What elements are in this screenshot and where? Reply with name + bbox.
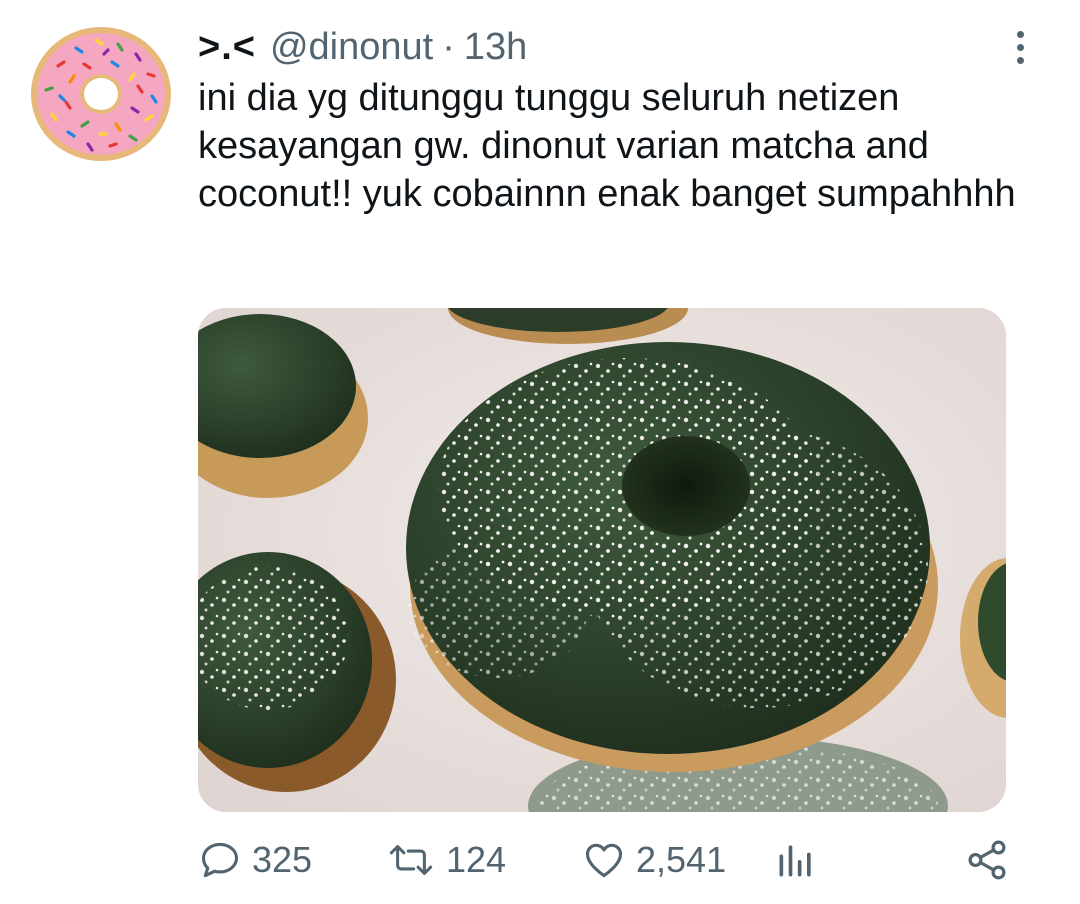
retweet-button[interactable]: 124 (386, 832, 506, 888)
reply-button[interactable]: 325 (198, 832, 312, 888)
tweet-actions: 325 124 2,541 (198, 832, 1028, 888)
user-handle[interactable]: @dinonut (270, 22, 433, 72)
analytics-icon (779, 845, 811, 877)
like-button[interactable]: 2,541 (582, 832, 726, 888)
donut-avatar-image (30, 26, 172, 162)
more-dot (1016, 30, 1024, 38)
reply-icon (201, 842, 239, 878)
retweet-count: 124 (446, 839, 507, 880)
tweet-text: ini dia yg ditunggu tunggu seluruh netiz… (198, 77, 1016, 215)
reply-count: 325 (252, 839, 313, 880)
heart-icon (585, 843, 623, 878)
share-icon (968, 840, 1006, 880)
more-dot (1016, 43, 1024, 51)
avatar[interactable] (30, 26, 172, 162)
retweet-icon (389, 845, 433, 875)
donut-photo (198, 308, 1006, 812)
like-count: 2,541 (636, 839, 727, 880)
share-button[interactable] (964, 832, 1010, 888)
tweet-header: >.< @dinonut · 13h (198, 22, 527, 72)
more-vertical-icon[interactable] (1000, 22, 1040, 72)
display-name[interactable]: >.< (198, 22, 256, 72)
separator-dot: · (442, 26, 455, 68)
analytics-button[interactable] (774, 832, 818, 888)
tweet-media[interactable] (198, 308, 1006, 812)
timestamp[interactable]: 13h (464, 22, 527, 72)
more-dot (1016, 56, 1024, 64)
